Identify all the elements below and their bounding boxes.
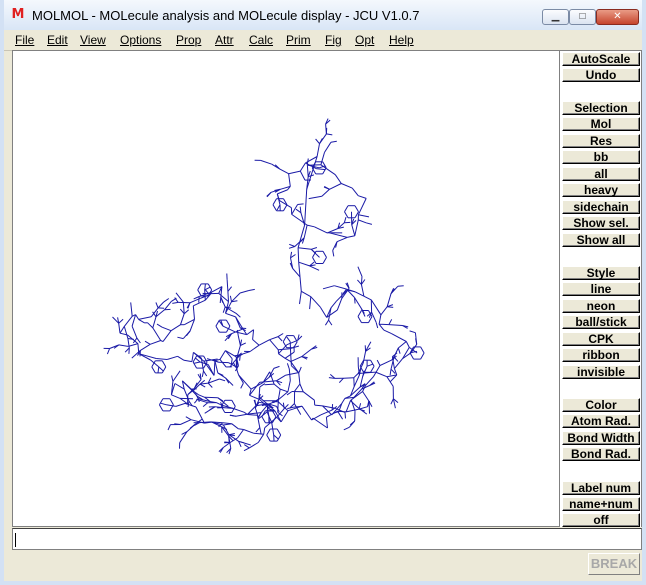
molecule-structure <box>103 118 425 455</box>
atom-radius-button[interactable]: Atom Rad. <box>562 414 640 428</box>
title-bar[interactable]: M MOLMOL - MOLecule analysis and MOLecul… <box>4 0 642 31</box>
status-bar: BREAK <box>12 551 642 577</box>
menu-bar: File Edit View Options Prop Attr Calc Pr… <box>4 30 642 51</box>
color-header[interactable]: Color <box>562 398 640 412</box>
menu-help[interactable]: Help <box>389 33 414 47</box>
select-heavy-button[interactable]: heavy <box>562 183 640 197</box>
show-selected-button[interactable]: Show sel. <box>562 216 640 230</box>
menu-view[interactable]: View <box>80 33 106 47</box>
menu-prim[interactable]: Prim <box>286 33 311 47</box>
style-ribbon-button[interactable]: ribbon <box>562 348 640 362</box>
command-input[interactable] <box>12 528 642 550</box>
menu-edit[interactable]: Edit <box>47 33 68 47</box>
molecule-viewport[interactable] <box>12 50 560 527</box>
bond-width-button[interactable]: Bond Width <box>562 431 640 445</box>
menu-attr[interactable]: Attr <box>215 33 234 47</box>
style-neon-button[interactable]: neon <box>562 299 640 313</box>
menu-fig[interactable]: Fig <box>325 33 342 47</box>
style-line-button[interactable]: line <box>562 282 640 296</box>
style-header[interactable]: Style <box>562 266 640 280</box>
label-name-num-button[interactable]: name+num <box>562 497 640 511</box>
molmol-app-icon: M <box>11 7 25 22</box>
label-num-button[interactable]: Label num <box>562 481 640 495</box>
maximize-button[interactable]: □ <box>569 9 596 25</box>
style-cpk-button[interactable]: CPK <box>562 332 640 346</box>
select-all-button[interactable]: all <box>562 167 640 181</box>
label-off-button[interactable]: off <box>562 513 640 527</box>
bond-radius-button[interactable]: Bond Rad. <box>562 447 640 461</box>
style-invisible-button[interactable]: invisible <box>562 365 640 379</box>
select-bb-button[interactable]: bb <box>562 150 640 164</box>
autoscale-button[interactable]: AutoScale <box>562 52 640 66</box>
menu-options[interactable]: Options <box>120 33 161 47</box>
menu-calc[interactable]: Calc <box>249 33 273 47</box>
show-all-button[interactable]: Show all <box>562 233 640 247</box>
select-mol-button[interactable]: Mol <box>562 117 640 131</box>
menu-prop[interactable]: Prop <box>176 33 201 47</box>
break-button[interactable]: BREAK <box>588 553 640 575</box>
text-caret <box>15 532 16 547</box>
select-res-button[interactable]: Res <box>562 134 640 148</box>
command-panel: AutoScale Undo Selection Mol Res bb all … <box>560 50 642 527</box>
undo-button[interactable]: Undo <box>562 68 640 82</box>
minimize-button[interactable]: ▁ <box>542 9 569 25</box>
select-sidechain-button[interactable]: sidechain <box>562 200 640 214</box>
molmol-window: M MOLMOL - MOLecule analysis and MOLecul… <box>0 0 646 585</box>
menu-file[interactable]: File <box>15 33 34 47</box>
menu-opt[interactable]: Opt <box>355 33 374 47</box>
style-ballstick-button[interactable]: ball/stick <box>562 315 640 329</box>
selection-header[interactable]: Selection <box>562 101 640 115</box>
close-button[interactable]: ✕ <box>596 9 639 25</box>
window-title: MOLMOL - MOLecule analysis and MOLecule … <box>32 8 420 23</box>
